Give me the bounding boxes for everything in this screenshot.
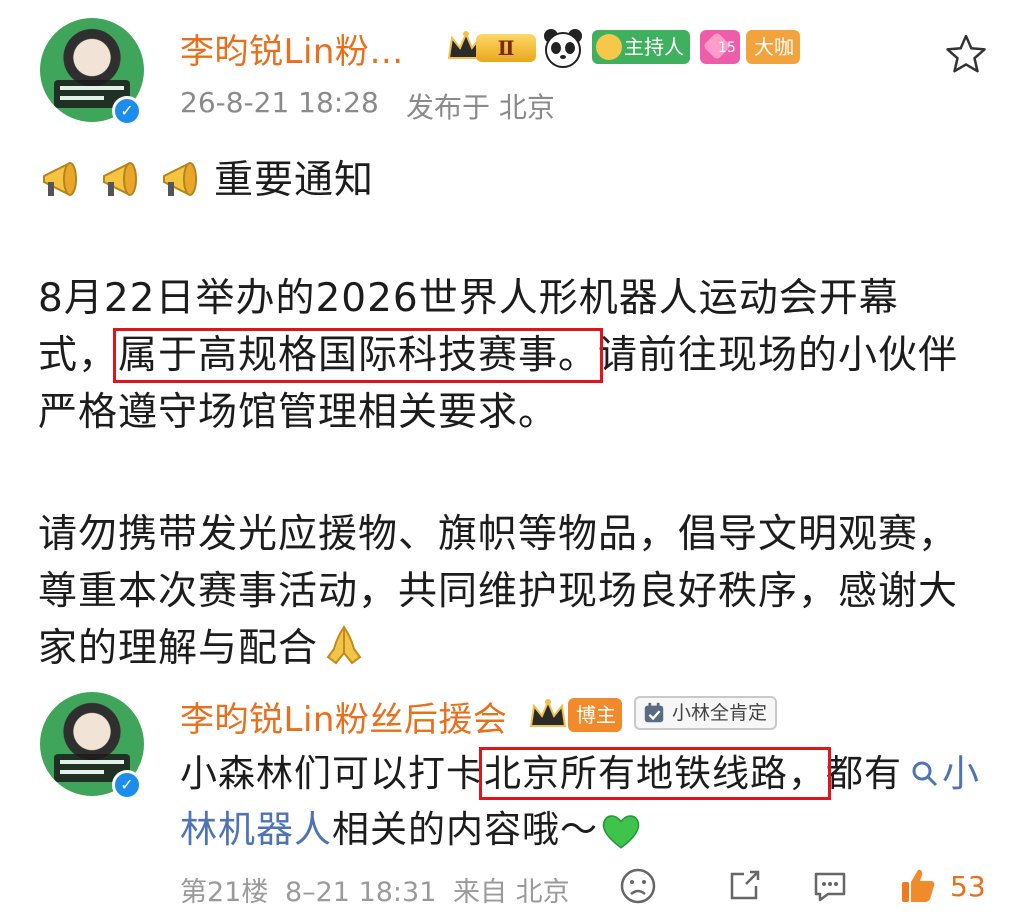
reply-line-2: 林机器人相关的内容哦～ xyxy=(180,802,642,858)
green-heart-icon xyxy=(602,815,640,849)
reply-footer: 第21楼 8–21 18:31 来自 北京 53 xyxy=(180,866,1004,912)
floor-number: 第21楼 xyxy=(180,877,269,908)
post-location: 发布于 北京 xyxy=(406,91,555,124)
share-icon[interactable] xyxy=(724,866,764,906)
host-badge[interactable]: 主持人 xyxy=(592,30,690,64)
reply-location: 来自 北京 xyxy=(452,877,570,908)
calendar-check-icon xyxy=(644,702,664,723)
text-span: 家的理解与配合 xyxy=(38,626,319,671)
crown-icon xyxy=(529,699,567,727)
host-icon xyxy=(596,34,622,60)
search-icon xyxy=(912,761,938,787)
comment-icon[interactable] xyxy=(810,866,850,906)
text-span: 请前往现场的小伙伴 xyxy=(598,333,959,378)
topic-link[interactable]: 小 xyxy=(902,752,980,795)
favorite-star-icon[interactable] xyxy=(944,32,988,76)
text-span: 小森林们可以打卡 xyxy=(180,752,484,795)
dislike-face-icon[interactable] xyxy=(618,866,658,906)
text-span: 式， xyxy=(38,333,119,378)
text-span: 都有 xyxy=(826,752,902,795)
megaphone-icon xyxy=(103,162,137,196)
fan-level-badge[interactable]: Ⅱ xyxy=(446,26,538,68)
post-time: 26-8-21 18:28 xyxy=(180,86,379,119)
post-paragraph-2-line-2: 尊重本次赛事活动，共同维护现场良好秩序，感谢大 xyxy=(38,569,959,614)
verified-icon: ✓ xyxy=(112,96,142,126)
blogger-badge[interactable]: 博主 xyxy=(568,698,622,732)
highlight-box: 属于高规格国际科技赛事。 xyxy=(113,328,604,383)
reply-author-name[interactable]: 李昀锐Lin粉丝后援会 xyxy=(180,692,507,741)
post-paragraph-1-line-3: 严格遵守场馆管理相关要求。 xyxy=(38,390,559,435)
verified-icon: ✓ xyxy=(112,770,142,800)
vip-badge[interactable]: 大咖 xyxy=(746,30,800,64)
post-paragraph-2-line-1: 请勿携带发光应援物、旗帜等物品，倡导文明观赛， xyxy=(38,512,959,557)
author-name[interactable]: 李昀锐Lin粉… xyxy=(180,24,404,73)
praying-hands-icon xyxy=(326,625,362,665)
panda-icon[interactable] xyxy=(542,27,584,69)
like-thumb-icon[interactable] xyxy=(898,866,938,906)
like-count: 53 xyxy=(950,870,986,903)
post-paragraph-2-line-3: 家的理解与配合 xyxy=(38,620,366,677)
fan-tag-chip[interactable]: 小林全肯定 xyxy=(634,696,778,730)
gem-level-badge[interactable]: 15 xyxy=(700,30,740,64)
reply-time: 8–21 18:31 xyxy=(284,877,437,908)
text-span: 相关的内容哦～ xyxy=(332,808,598,851)
post-paragraph-1-line-2: 式，属于高规格国际科技赛事。请前往现场的小伙伴 xyxy=(38,327,958,384)
post-paragraph-1-line-1: 8月22日举办的2026世界人形机器人运动会开幕 xyxy=(38,276,899,321)
reply-meta: 第21楼 8–21 18:31 来自 北京 xyxy=(180,870,570,909)
megaphone-icon xyxy=(43,162,77,196)
post-heading: 重要通知 xyxy=(214,158,375,203)
highlight-box: 北京所有地铁线路， xyxy=(479,747,831,800)
topic-link[interactable]: 林机器人 xyxy=(180,808,332,851)
megaphone-icon xyxy=(163,162,197,196)
reply-line-1: 小森林们可以打卡北京所有地铁线路，都有小 xyxy=(180,746,980,802)
